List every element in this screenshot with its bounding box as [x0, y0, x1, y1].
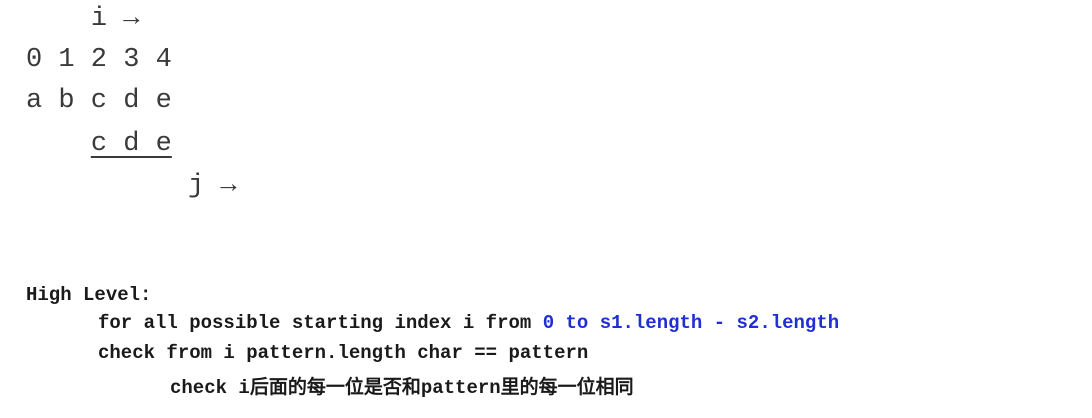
line3-cjk-2: 里的每一位相同	[500, 376, 634, 398]
pattern-underlined: c d e	[90, 129, 172, 159]
pointer-i: i →	[90, 4, 140, 34]
notes-line-3: check i后面的每一位是否和pattern里的每一位相同	[170, 372, 634, 399]
line1-range: 0 to s1.length - s2.length	[542, 312, 840, 334]
notes-line-1: for all possible starting index i from 0…	[98, 312, 839, 334]
text-row: a b c d e	[26, 86, 172, 116]
line1-prefix: for all possible starting index i from	[98, 312, 543, 334]
line3-prefix: check i	[170, 377, 250, 399]
line3-cjk-1: 后面的每一位是否和	[249, 376, 421, 398]
pointer-j-row: j →	[26, 171, 237, 201]
index-row: 0 1 2 3 4	[26, 45, 172, 75]
pointer-j: j →	[188, 171, 237, 201]
pattern-row: c d e	[26, 129, 172, 159]
pointer-i-row: i →	[26, 4, 140, 34]
line3-mid: pattern	[420, 377, 501, 399]
notes-line-2: check from i pattern.length char == patt…	[98, 342, 589, 364]
notes-title: High Level:	[26, 284, 152, 306]
